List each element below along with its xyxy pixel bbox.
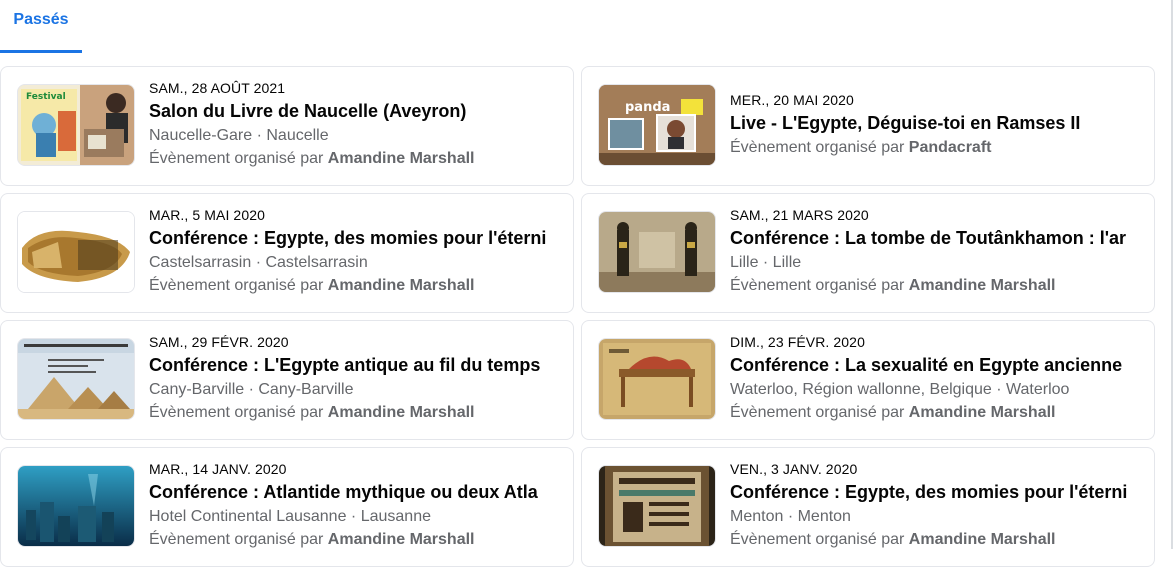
event-location: Lille · Lille xyxy=(730,254,802,271)
organizer-name[interactable]: Pandacraft xyxy=(909,139,992,156)
event-thumbnail[interactable] xyxy=(17,338,135,420)
event-organizer: Évènement organisé par Amandine Marshall xyxy=(730,404,1056,421)
event-title[interactable]: Live - L'Egypte, Déguise-toi en Ramses I… xyxy=(730,110,1140,136)
event-location: Cany-Barville · Cany-Barville xyxy=(149,381,354,398)
event-title[interactable]: Conférence : Atlantide mythique ou deux … xyxy=(149,479,559,505)
organizer-name[interactable]: Amandine Marshall xyxy=(328,531,475,548)
event-date: VEN., 3 JANV. 2020 xyxy=(730,461,858,477)
event-card[interactable]: VEN., 3 JANV. 2020 Conférence : Egypte, … xyxy=(581,447,1155,567)
event-card[interactable]: MAR., 5 MAI 2020 Conférence : Egypte, de… xyxy=(0,193,574,313)
tab-bar: Passés xyxy=(0,0,1173,53)
event-card[interactable]: SAM., 29 FÉVR. 2020 Conférence : L'Egypt… xyxy=(0,320,574,440)
svg-text:Festival: Festival xyxy=(26,92,66,102)
event-location: Naucelle-Gare · Naucelle xyxy=(149,127,329,144)
event-organizer: Évènement organisé par Amandine Marshall xyxy=(149,531,475,548)
event-location: Waterloo, Région wallonne, Belgique · Wa… xyxy=(730,381,1070,398)
event-thumbnail[interactable] xyxy=(598,465,716,547)
event-date: SAM., 28 AOÛT 2021 xyxy=(149,80,286,96)
event-thumbnail[interactable] xyxy=(17,465,135,547)
organizer-name[interactable]: Amandine Marshall xyxy=(328,277,475,294)
event-title[interactable]: Conférence : La sexualité en Egypte anci… xyxy=(730,352,1140,378)
event-title[interactable]: Conférence : La tombe de Toutânkhamon : … xyxy=(730,225,1140,251)
event-location: Menton · Menton xyxy=(730,508,851,525)
event-title[interactable]: Conférence : Egypte, des momies pour l'é… xyxy=(730,479,1140,505)
event-date: MAR., 5 MAI 2020 xyxy=(149,207,265,223)
event-organizer: Évènement organisé par Amandine Marshall xyxy=(149,404,475,421)
event-organizer: Évènement organisé par Amandine Marshall xyxy=(730,277,1056,294)
tab-past[interactable]: Passés xyxy=(0,0,82,53)
event-thumbnail[interactable] xyxy=(17,211,135,293)
event-title[interactable]: Conférence : L'Egypte antique au fil du … xyxy=(149,352,559,378)
event-date: DIM., 23 FÉVR. 2020 xyxy=(730,334,865,350)
event-thumbnail[interactable] xyxy=(598,338,716,420)
event-location: Castelsarrasin · Castelsarrasin xyxy=(149,254,368,271)
event-date: SAM., 29 FÉVR. 2020 xyxy=(149,334,289,350)
svg-text:panda: panda xyxy=(625,100,670,115)
event-organizer: Évènement organisé par Amandine Marshall xyxy=(149,277,475,294)
event-location: Hotel Continental Lausanne · Lausanne xyxy=(149,508,431,525)
event-date: MER., 20 MAI 2020 xyxy=(730,92,854,108)
event-card[interactable]: panda MER., 20 MAI 2020 Live - L'Egypte,… xyxy=(581,66,1155,186)
event-card[interactable]: SAM., 21 MARS 2020 Conférence : La tombe… xyxy=(581,193,1155,313)
event-title[interactable]: Conférence : Egypte, des momies pour l'é… xyxy=(149,225,559,251)
event-date: SAM., 21 MARS 2020 xyxy=(730,207,869,223)
tab-past-label: Passés xyxy=(13,11,69,28)
event-organizer: Évènement organisé par Amandine Marshall xyxy=(730,531,1056,548)
event-thumbnail[interactable]: panda xyxy=(598,84,716,166)
event-card[interactable]: DIM., 23 FÉVR. 2020 Conférence : La sexu… xyxy=(581,320,1155,440)
event-organizer: Évènement organisé par Amandine Marshall xyxy=(149,150,475,167)
organizer-name[interactable]: Amandine Marshall xyxy=(909,277,1056,294)
event-organizer: Évènement organisé par Pandacraft xyxy=(730,139,992,156)
event-thumbnail[interactable] xyxy=(598,211,716,293)
organizer-name[interactable]: Amandine Marshall xyxy=(328,150,475,167)
event-card[interactable]: MAR., 14 JANV. 2020 Conférence : Atlanti… xyxy=(0,447,574,567)
organizer-name[interactable]: Amandine Marshall xyxy=(328,404,475,421)
organizer-name[interactable]: Amandine Marshall xyxy=(909,404,1056,421)
event-card[interactable]: Festival SAM., 28 AOÛT 2021 Salon du Liv… xyxy=(0,66,574,186)
event-title[interactable]: Salon du Livre de Naucelle (Aveyron) xyxy=(149,98,559,124)
organizer-name[interactable]: Amandine Marshall xyxy=(909,531,1056,548)
event-thumbnail[interactable]: Festival xyxy=(17,84,135,166)
event-date: MAR., 14 JANV. 2020 xyxy=(149,461,287,477)
